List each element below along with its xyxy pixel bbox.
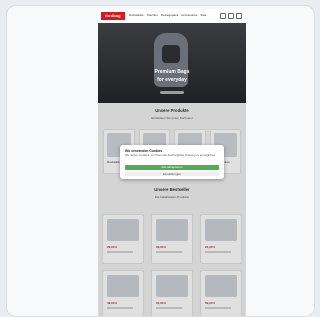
cookie-text: Wir nutzen Cookies, um Ihnen die bestmög…	[125, 153, 216, 157]
accept-cookies-button[interactable]: Alle akzeptieren	[125, 165, 219, 170]
cookie-consent-dialog: Wir verwenden Cookies Wir nutzen Cookies…	[120, 145, 224, 179]
hero-subtitle: for everyday	[157, 77, 187, 83]
top-nav: lindbag Rucksäcke Taschen Reisegepäck Ac…	[98, 9, 246, 24]
nav-item-sale[interactable]: Sale	[200, 13, 206, 17]
nav-item-reisegepaeck[interactable]: Reisegepäck	[161, 13, 178, 17]
logo[interactable]: lindbag	[101, 12, 125, 20]
nav-item-accessoires[interactable]: Accessoires	[181, 13, 197, 17]
nav-menu: Rucksäcke Taschen Reisegepäck Accessoire…	[129, 13, 206, 17]
cart-icon[interactable]	[236, 13, 242, 19]
hero-bag-image	[162, 45, 180, 63]
browser-card: lindbag Rucksäcke Taschen Reisegepäck Ac…	[6, 5, 315, 317]
nav-item-taschen[interactable]: Taschen	[147, 13, 158, 17]
hero-banner[interactable]: Premium Bags for everyday	[98, 23, 246, 103]
hero-title: Premium Bags	[154, 69, 190, 75]
nav-icons	[220, 13, 242, 19]
mobile-page: lindbag Rucksäcke Taschen Reisegepäck Ac…	[98, 9, 246, 316]
nav-item-rucksaecke[interactable]: Rucksäcke	[129, 13, 144, 17]
search-icon[interactable]	[220, 13, 226, 19]
hero-carousel-indicator[interactable]	[160, 91, 184, 94]
user-icon[interactable]	[228, 13, 234, 19]
cookie-overlay	[98, 103, 246, 316]
cookie-settings-button[interactable]: Einstellungen	[125, 172, 219, 176]
